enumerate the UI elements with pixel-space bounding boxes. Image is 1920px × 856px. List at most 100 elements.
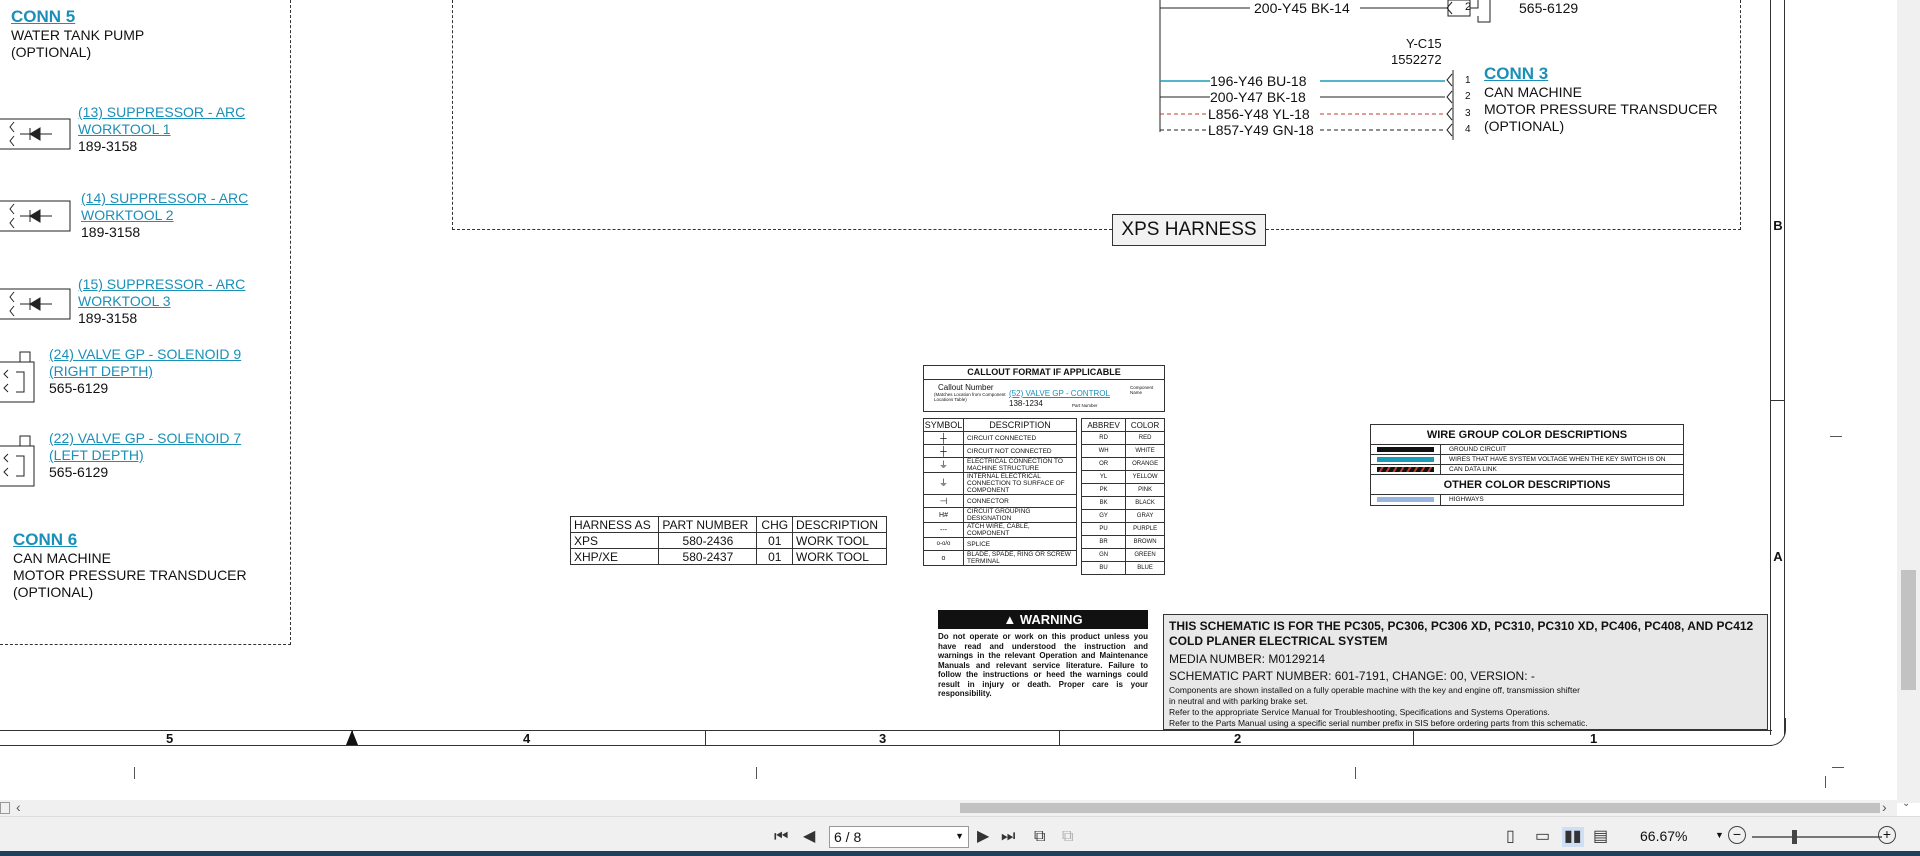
abbrev-cell: GY xyxy=(1080,509,1127,523)
zoom-in-icon[interactable]: + xyxy=(1878,826,1896,844)
wire-group-row-1: WIRES THAT HAVE SYSTEM VOLTAGE WHEN THE … xyxy=(1449,456,1666,463)
abbrev-cell: PU xyxy=(1080,522,1127,536)
solenoid-connector-icon xyxy=(0,351,35,403)
component-13-link1[interactable]: (13) SUPPRESSOR - ARC xyxy=(78,104,318,121)
table-row: OR ORANGE xyxy=(1080,457,1165,471)
component-14-link1[interactable]: (14) SUPPRESSOR - ARC xyxy=(81,190,321,207)
page-edge xyxy=(1770,718,1786,746)
scroll-right-icon[interactable]: › xyxy=(1882,799,1887,815)
single-page-view-icon[interactable]: ▯ xyxy=(1506,827,1515,847)
note1: Components are shown installed on a full… xyxy=(1169,685,1580,695)
col-label-2: 2 xyxy=(1234,731,1242,746)
component-22-link2[interactable]: (LEFT DEPTH) xyxy=(49,447,309,464)
next-page-icon[interactable]: ▶ xyxy=(977,827,989,847)
window-bottom-edge xyxy=(0,851,1920,856)
abbrev-cell: OR xyxy=(1080,457,1127,471)
suppressor-symbol-icon xyxy=(0,200,71,232)
component-13-part: 189-3158 xyxy=(78,138,138,154)
scroll-left-icon[interactable]: ‹ xyxy=(16,799,21,815)
table-row: RD RED xyxy=(1080,431,1165,445)
wire-2-label: 200-Y47 BK-18 xyxy=(1210,89,1306,105)
two-page-continuous-icon[interactable]: ▤ xyxy=(1593,827,1608,847)
continuous-view-icon[interactable]: ▭ xyxy=(1535,827,1550,847)
horizontal-scrollbar-thumb[interactable] xyxy=(960,803,1880,813)
color-cell: PURPLE xyxy=(1125,522,1165,536)
table-row: ⏚ INTERNAL ELECTRICAL CONNECTION TO SURFA… xyxy=(923,472,1077,495)
component-13-link2[interactable]: WORKTOOL 1 xyxy=(78,121,318,138)
can-swatch xyxy=(1371,465,1441,474)
chg-cell: 01 xyxy=(756,532,794,549)
harness-header: HARNESS AS xyxy=(569,516,660,533)
yc-label: Y-C15 xyxy=(1406,36,1442,51)
conn5-title[interactable]: CONN 5 xyxy=(11,7,144,27)
conn6-line3: (OPTIONAL) xyxy=(13,584,94,600)
table-row: o-o/o SPLICE xyxy=(923,537,1077,551)
component-15-link1[interactable]: (15) SUPPRESSOR - ARC xyxy=(78,276,318,293)
scroll-down-icon[interactable]: ⌄ xyxy=(1902,798,1910,809)
xps-frame-right xyxy=(1740,0,1741,230)
note2: in neutral and with parking brake set. xyxy=(1169,696,1308,706)
col-label-1: 1 xyxy=(1590,731,1598,746)
chg-cell: 01 xyxy=(756,548,794,565)
component-22-link1[interactable]: (22) VALVE GP - SOLENOID 7 xyxy=(49,430,309,447)
abbrev-cell: YL xyxy=(1080,470,1127,484)
description-cell: CIRCUIT GROUPING DESIGNATION xyxy=(963,507,1077,523)
warning-header: ▲ WARNING xyxy=(938,610,1148,629)
color-cell: PINK xyxy=(1125,483,1165,497)
component-24-link2[interactable]: (RIGHT DEPTH) xyxy=(49,363,309,380)
color-cell: WHITE xyxy=(1125,444,1165,458)
chg-header: CHG xyxy=(756,516,794,533)
row-label-a: A xyxy=(1773,549,1783,564)
zoom-slider-thumb[interactable] xyxy=(1792,830,1797,844)
zoom-value[interactable]: 66.67% xyxy=(1640,828,1687,844)
component-15-link2[interactable]: WORKTOOL 3 xyxy=(78,293,318,310)
prev-page-icon[interactable]: ◀ xyxy=(803,827,815,847)
conn3-title[interactable]: CONN 3 xyxy=(1484,64,1718,84)
component-22-part: 565-6129 xyxy=(49,464,109,480)
table-row: YL YELLOW xyxy=(1080,470,1165,484)
zoom-slider[interactable] xyxy=(1752,830,1882,844)
vertical-scrollbar[interactable]: ⌄ xyxy=(1897,0,1920,809)
callout-format-title: CALLOUT FORMAT IF APPLICABLE xyxy=(924,366,1164,380)
paste-page-icon[interactable]: ⧉ xyxy=(1062,827,1073,847)
symbol-cell: ┼ xyxy=(923,444,964,458)
abbrev-cell: GN xyxy=(1080,548,1127,562)
zoom-out-icon[interactable]: − xyxy=(1728,826,1746,844)
table-row: ┼ CIRCUIT NOT CONNECTED xyxy=(923,444,1077,458)
page-selector[interactable]: 6 / 8 ▼ xyxy=(829,826,969,848)
callout-component-name: Component Name xyxy=(1130,385,1154,395)
warning-box: ▲ WARNING Do not operate or work on this… xyxy=(938,610,1148,699)
symbol-cell: H# xyxy=(923,507,964,523)
symbol-header: SYMBOL xyxy=(923,418,964,432)
component-24-link1[interactable]: (24) VALVE GP - SOLENOID 9 xyxy=(49,346,309,363)
col-label-3: 3 xyxy=(879,731,887,746)
two-page-view-icon[interactable]: ▮▮ xyxy=(1562,827,1584,847)
horizontal-scrollbar[interactable]: ‹ › xyxy=(0,799,1897,816)
title-line2: COLD PLANER ELECTRICAL SYSTEM xyxy=(1169,634,1388,648)
zoom-dropdown-icon[interactable]: ▼ xyxy=(1715,830,1724,840)
description-cell: WORK TOOL xyxy=(792,548,887,565)
description-cell: BLADE, SPADE, RING OR SCREW TERMINAL xyxy=(963,550,1077,566)
ground-swatch xyxy=(1371,445,1441,454)
conn5-line2: (OPTIONAL) xyxy=(11,44,92,60)
conn3-line2: MOTOR PRESSURE TRANSDUCER xyxy=(1484,101,1718,117)
first-page-icon[interactable]: ⏮ xyxy=(774,827,788,847)
voltage-swatch xyxy=(1371,455,1441,464)
vertical-scrollbar-thumb[interactable] xyxy=(1901,570,1916,690)
title-block: THIS SCHEMATIC IS FOR THE PC305, PC306, … xyxy=(1163,614,1768,730)
color-cell: GRAY xyxy=(1125,509,1165,523)
conn6-title[interactable]: CONN 6 xyxy=(13,530,247,550)
table-row: ⏚ ELECTRICAL CONNECTION TO MACHINE STRUCT… xyxy=(923,457,1077,473)
tick-mark xyxy=(1825,776,1826,788)
conn5-block: CONN 5 WATER TANK PUMP (OPTIONAL) xyxy=(11,7,144,61)
color-cell: BLACK xyxy=(1125,496,1165,510)
conn3-line1: CAN MACHINE xyxy=(1484,84,1583,100)
last-page-icon[interactable]: ⏭ xyxy=(1001,827,1015,847)
description-cell: CONNECTOR xyxy=(963,494,1077,508)
description-cell: ATCH WIRE, CABLE, COMPONENT xyxy=(963,522,1077,538)
right-border xyxy=(1770,0,1785,735)
conn6-line2: MOTOR PRESSURE TRANSDUCER xyxy=(13,567,247,583)
component-14-link2[interactable]: WORKTOOL 2 xyxy=(81,207,321,224)
abbrev-cell: BR xyxy=(1080,535,1127,549)
copy-page-icon[interactable]: ⧉ xyxy=(1034,827,1045,847)
